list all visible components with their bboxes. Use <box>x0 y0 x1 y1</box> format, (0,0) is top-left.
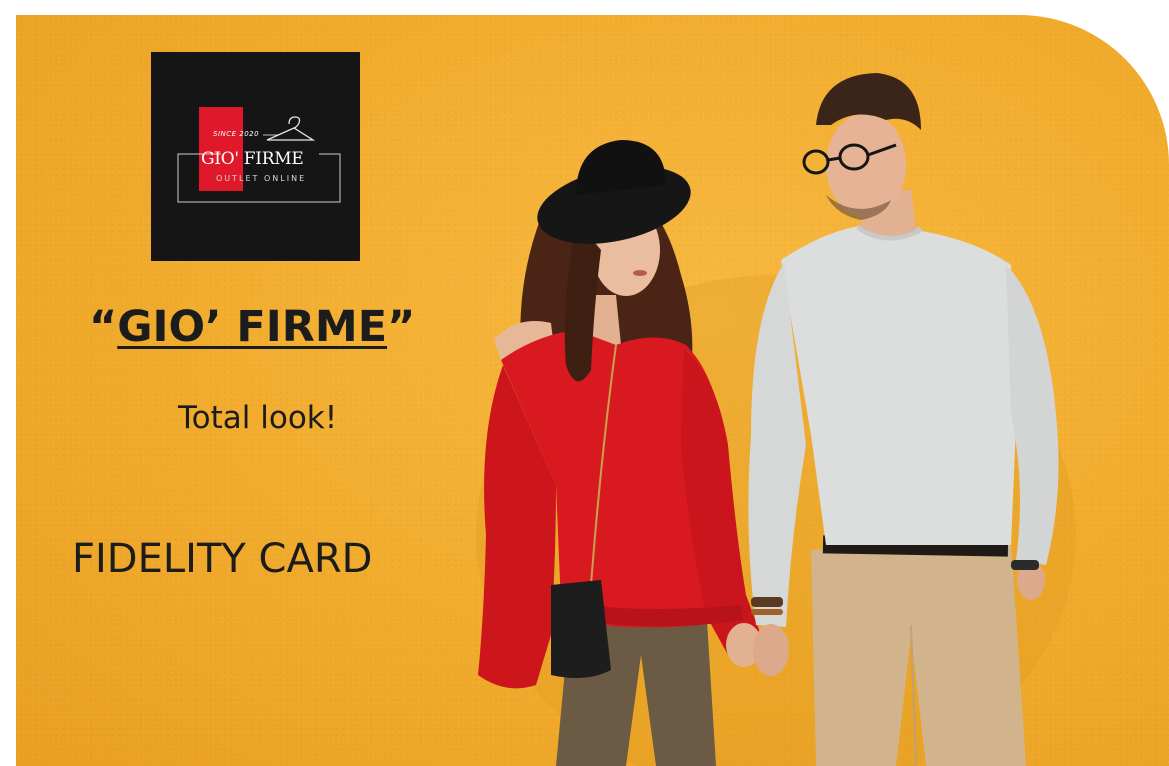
couple-photo <box>476 73 1076 766</box>
fidelity-card: SINCE 2020 GIO' FIRME OUTLET ONLINE “GIO… <box>16 15 1169 766</box>
